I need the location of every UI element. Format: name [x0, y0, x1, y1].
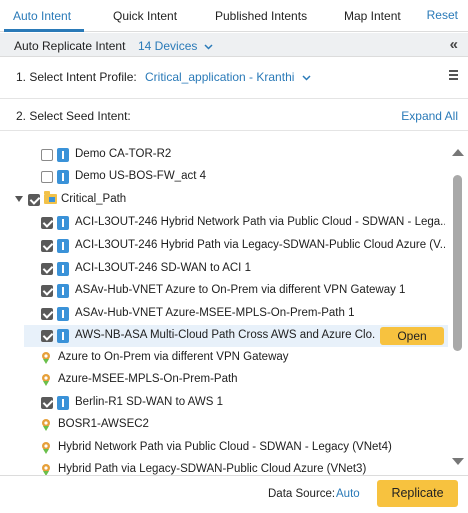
- auto-replicate-header: Auto Replicate Intent 14 Devices «: [0, 33, 468, 57]
- list-item-label: ACI-L3OUT-246 Hybrid Path via Legacy-SDW…: [75, 239, 445, 251]
- list-item-label: ACI-L3OUT-246 Hybrid Network Path via Pu…: [75, 216, 445, 228]
- checkbox[interactable]: [41, 171, 53, 183]
- pin-icon: [42, 419, 50, 431]
- active-tab-indicator: [4, 29, 84, 32]
- seed-intent-row: 2. Select Seed Intent: Expand All: [0, 99, 468, 131]
- list-item-label: Demo CA-TOR-R2: [75, 148, 172, 160]
- scroll-up-arrow-icon[interactable]: [452, 149, 464, 156]
- folder-row[interactable]: Critical_Path: [0, 189, 448, 211]
- pin-icon: [42, 352, 50, 364]
- list-item-label: Azure-MSEE-MPLS-On-Prem-Path: [58, 373, 238, 385]
- pin-icon: [42, 464, 50, 475]
- list-item[interactable]: Azure to On-Prem via different VPN Gatew…: [0, 347, 448, 369]
- list-item-label: ASAv-Hub-VNET Azure-MSEE-MPLS-On-Prem-Pa…: [75, 307, 355, 319]
- info-icon: [57, 307, 69, 321]
- list-item-label: ACI-L3OUT-246 SD-WAN to ACI 1: [75, 262, 251, 274]
- replicate-button[interactable]: Replicate: [377, 480, 458, 507]
- checkbox[interactable]: [41, 397, 53, 409]
- expand-all-link[interactable]: Expand All: [401, 109, 458, 123]
- devices-count: 14 Devices: [138, 39, 198, 53]
- info-icon: [57, 284, 69, 298]
- checkbox[interactable]: [41, 330, 53, 342]
- list-item: [0, 132, 448, 140]
- tab-published-intents[interactable]: Published Intents: [215, 9, 307, 23]
- expand-arrow-icon[interactable]: [15, 196, 23, 202]
- tab-quick-intent[interactable]: Quick Intent: [113, 9, 177, 23]
- pin-icon: [42, 442, 50, 454]
- folder-icon: [44, 191, 57, 204]
- info-icon: [57, 216, 69, 230]
- info-icon: [57, 329, 69, 343]
- checkbox[interactable]: [41, 217, 53, 229]
- checkbox[interactable]: [41, 240, 53, 252]
- list-item-label: AWS-NB-ASA Multi-Cloud Path Cross AWS an…: [75, 329, 375, 341]
- double-chevron-left-icon[interactable]: «: [450, 36, 458, 53]
- list-item-label: Berlin-R1 SD-WAN to AWS 1: [75, 396, 224, 408]
- list-item-label: Hybrid Path via Legacy-SDWAN-Public Clou…: [58, 463, 367, 475]
- checkbox[interactable]: [41, 285, 53, 297]
- list-item[interactable]: Azure-MSEE-MPLS-On-Prem-Path: [0, 369, 448, 391]
- footer-bar: Data Source: Auto Replicate: [0, 475, 468, 513]
- chevron-down-icon: [204, 44, 213, 50]
- seed-intent-tree: Demo CA-TOR-R2 Demo US-BOS-FW_act 4 Crit…: [0, 132, 468, 475]
- list-item-label: ASAv-Hub-VNET Azure to On-Prem via diffe…: [75, 284, 406, 296]
- list-item-label: Demo US-BOS-FW_act 4: [75, 170, 206, 182]
- folder-label: Critical_Path: [61, 193, 127, 205]
- list-item[interactable]: ACI-L3OUT-246 Hybrid Network Path via Pu…: [0, 212, 448, 234]
- list-item[interactable]: ACI-L3OUT-246 SD-WAN to ACI 1: [0, 258, 448, 280]
- checkbox[interactable]: [28, 194, 40, 206]
- list-item[interactable]: Hybrid Network Path via Public Cloud - S…: [0, 437, 448, 459]
- tab-map-intent[interactable]: Map Intent: [344, 9, 401, 23]
- list-item[interactable]: Berlin-R1 SD-WAN to AWS 1: [0, 392, 448, 414]
- auto-replicate-title: Auto Replicate Intent: [14, 39, 126, 53]
- list-item[interactable]: BOSR1-AWSEC2: [0, 414, 448, 436]
- list-item[interactable]: Demo CA-TOR-R2: [0, 144, 448, 166]
- tab-bar: Auto Intent Quick Intent Published Inten…: [0, 0, 468, 32]
- list-item-label: Hybrid Network Path via Public Cloud - S…: [58, 441, 392, 453]
- list-item[interactable]: ACI-L3OUT-246 Hybrid Path via Legacy-SDW…: [0, 235, 448, 257]
- info-icon: [57, 170, 69, 184]
- data-source-label: Data Source:: [268, 488, 336, 500]
- checkbox[interactable]: [41, 149, 53, 161]
- tab-auto-intent[interactable]: Auto Intent: [13, 9, 71, 23]
- intent-profile-row: 1. Select Intent Profile: Critical_appli…: [0, 57, 468, 99]
- info-icon: [57, 239, 69, 253]
- checkbox[interactable]: [41, 263, 53, 275]
- open-button[interactable]: Open: [380, 327, 444, 345]
- data-source-value[interactable]: Auto: [336, 488, 360, 500]
- intent-profile-select[interactable]: Critical_application - Kranthi: [145, 70, 311, 84]
- list-item[interactable]: Hybrid Path via Legacy-SDWAN-Public Clou…: [0, 459, 448, 475]
- info-icon: [57, 262, 69, 276]
- list-item[interactable]: Demo US-BOS-FW_act 4: [0, 166, 448, 188]
- pin-icon: [42, 374, 50, 386]
- seed-intent-label: 2. Select Seed Intent:: [16, 109, 131, 123]
- menu-icon[interactable]: [449, 70, 458, 80]
- scrollbar-thumb[interactable]: [453, 175, 462, 351]
- list-item-label: BOSR1-AWSEC2: [58, 418, 149, 430]
- list-item[interactable]: ASAv-Hub-VNET Azure-MSEE-MPLS-On-Prem-Pa…: [0, 303, 448, 325]
- reset-link[interactable]: Reset: [427, 8, 458, 22]
- scroll-down-arrow-icon[interactable]: [452, 458, 464, 465]
- list-item[interactable]: ASAv-Hub-VNET Azure to On-Prem via diffe…: [0, 280, 448, 302]
- list-item-selected[interactable]: AWS-NB-ASA Multi-Cloud Path Cross AWS an…: [24, 325, 448, 347]
- intent-profile-value: Critical_application - Kranthi: [145, 70, 295, 84]
- chevron-down-icon: [302, 75, 311, 81]
- list-item-label: Azure to On-Prem via different VPN Gatew…: [58, 351, 289, 363]
- devices-dropdown[interactable]: 14 Devices: [138, 39, 213, 53]
- info-icon: [57, 396, 69, 410]
- intent-profile-label: 1. Select Intent Profile:: [16, 70, 137, 84]
- checkbox[interactable]: [41, 308, 53, 320]
- info-icon: [57, 148, 69, 162]
